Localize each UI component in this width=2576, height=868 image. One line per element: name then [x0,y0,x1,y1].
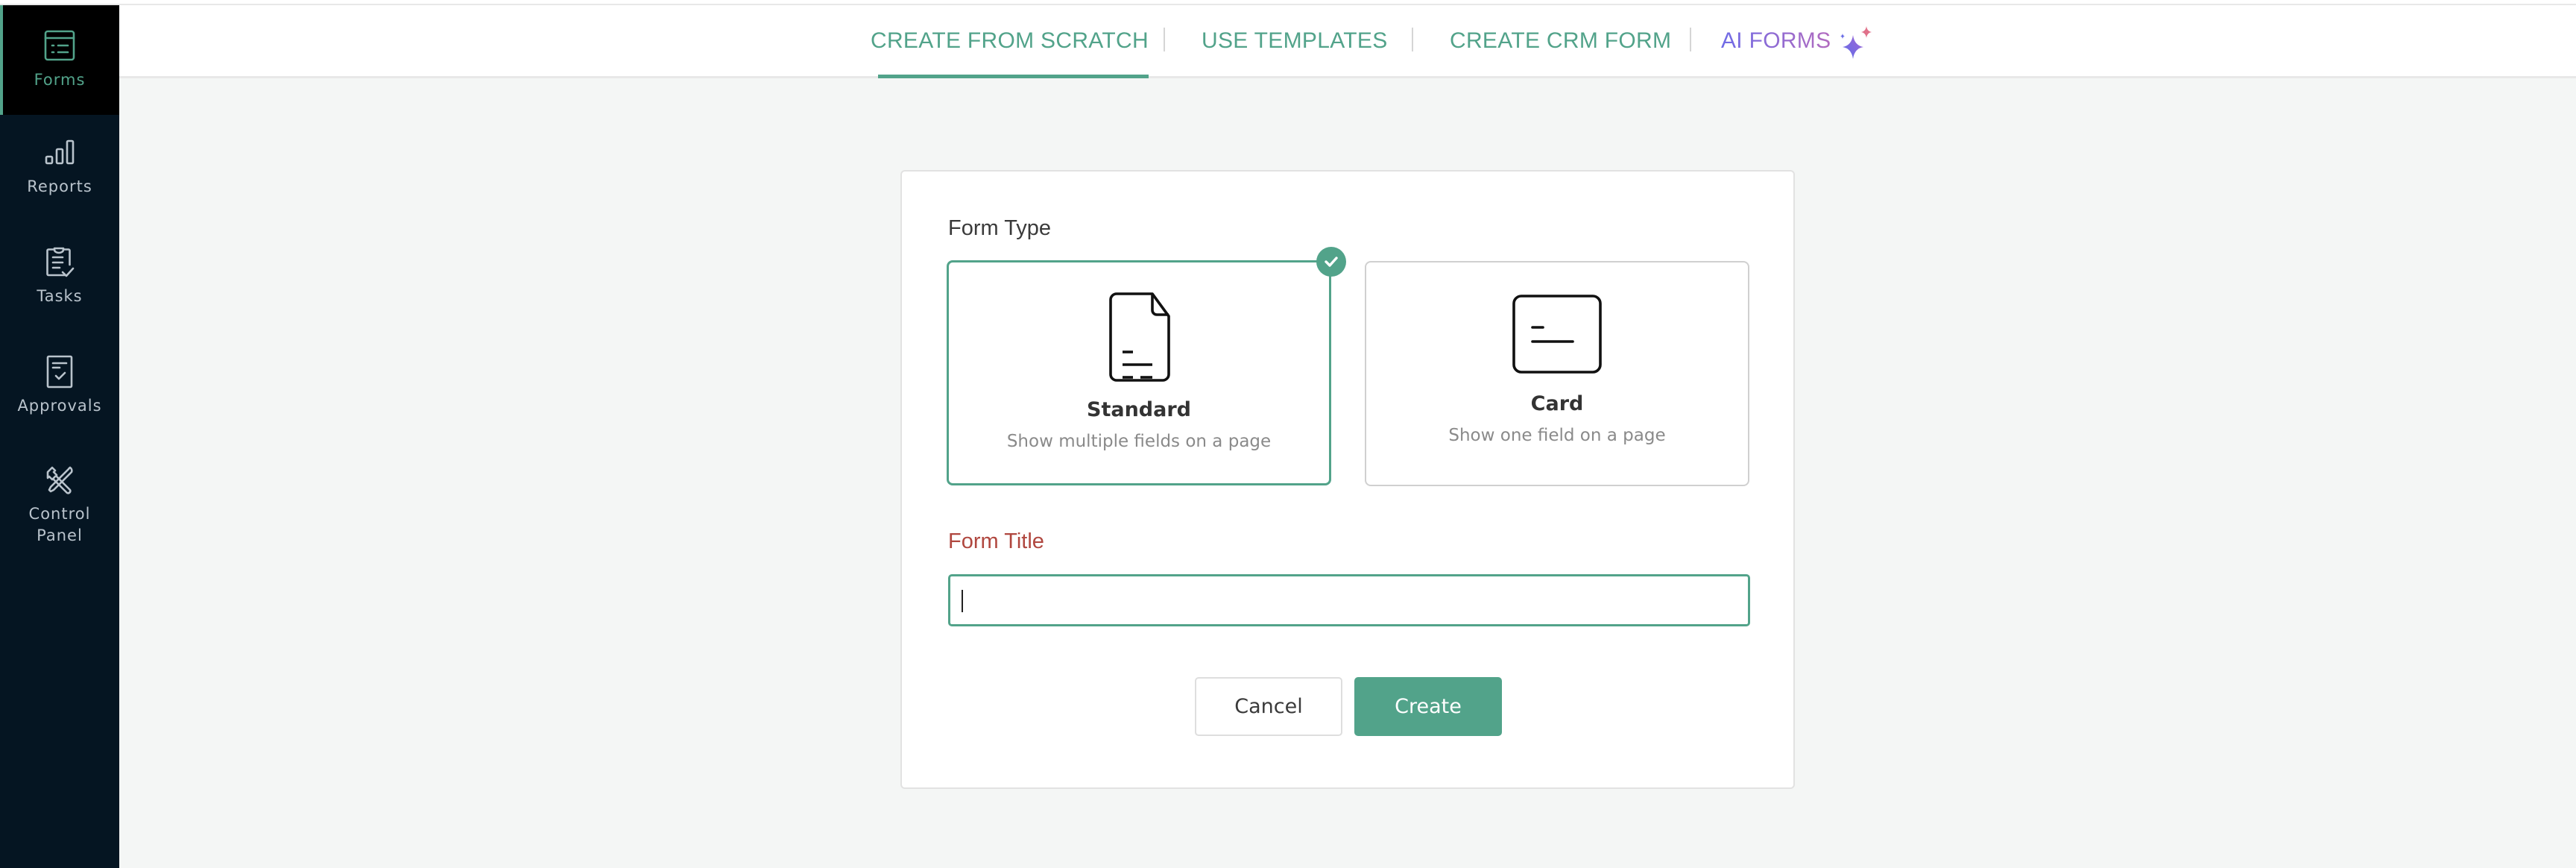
tab-ai-forms[interactable]: AI FORMS [1721,5,1831,76]
sidebar-item-label: Tasks [37,287,83,305]
tab-ai-forms-label: AI FORMS [1721,28,1831,53]
check-icon [1325,257,1338,267]
sidebar-item-label: Approvals [17,397,102,415]
option-title: Standard [1087,398,1191,421]
tab-create-crm-form[interactable]: CREATE CRM FORM [1450,5,1671,76]
form-type-option-standard[interactable]: Standard Show multiple fields on a page [947,260,1331,485]
tab-create-from-scratch[interactable]: CREATE FROM SCRATCH [871,5,1149,78]
selected-check-badge [1316,247,1346,277]
tab-separator [1412,28,1413,51]
option-description: Show one field on a page [1448,426,1666,445]
option-title: Card [1530,392,1584,415]
sidebar-item-label: Control Panel [29,503,91,547]
sidebar-item-approvals[interactable]: Approvals [0,353,119,417]
form-type-label: Form Type [948,216,1052,240]
text-caret [962,590,963,612]
sidebar-item-label: Reports [27,177,92,195]
form-title-label: Form Title [948,529,1044,553]
create-form-card: Form Type Standard Show multiple fields … [900,170,1795,789]
form-title-input[interactable] [948,574,1750,626]
sidebar-item-label: Forms [34,71,86,89]
form-type-option-card[interactable]: Card Show one field on a page [1365,261,1749,486]
option-description: Show multiple fields on a page [1006,432,1272,451]
sidebar-item-tasks[interactable]: Tasks [0,244,119,307]
label-line-1: Control [28,505,91,523]
tab-separator [1164,28,1165,51]
bar-chart-icon [45,139,75,165]
document-check-icon [46,355,73,389]
sidebar-item-reports[interactable]: Reports [0,134,119,198]
create-button[interactable]: Create [1354,677,1502,736]
sidebar: Forms Reports Tasks Approvals Control Pa… [0,5,119,868]
label-line-2: Panel [37,526,83,544]
sidebar-item-control-panel[interactable]: Control Panel [0,462,119,547]
clipboard-check-icon [46,247,75,277]
tab-use-templates[interactable]: USE TEMPLATES [1202,5,1388,76]
tab-separator [1690,28,1691,51]
forms-icon [44,30,75,61]
cancel-button[interactable]: Cancel [1195,677,1342,736]
top-border [0,0,2576,5]
document-icon [1109,292,1170,382]
sparkle-icon [1840,26,1872,59]
sidebar-item-forms[interactable]: Forms [0,5,119,115]
header-tabs: CREATE FROM SCRATCH USE TEMPLATES CREATE… [119,5,2576,78]
tools-icon [46,466,73,494]
card-icon [1512,295,1602,374]
